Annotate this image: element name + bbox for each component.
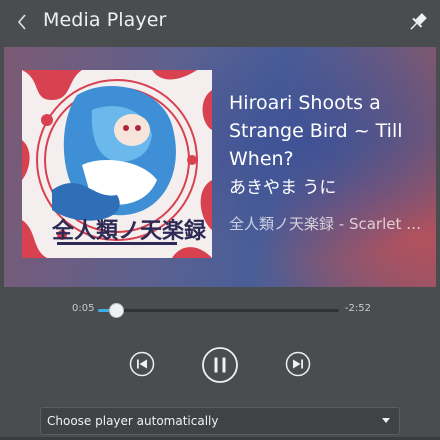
skip-previous-icon [129,351,155,377]
skip-next-icon [285,351,311,377]
previous-track-button[interactable] [128,350,156,378]
pin-button[interactable] [406,10,430,34]
elapsed-time: 0:05 [72,303,95,314]
now-playing-panel: 全人類ノ天楽録 Hiroari Shoots a Strange Bird ~ … [4,47,436,287]
page-title: Media Player [43,9,167,31]
pause-icon [202,347,238,383]
next-track-button[interactable] [284,350,312,378]
header: Media Player [0,0,440,44]
album-art: 全人類ノ天楽録 [22,70,212,258]
back-button[interactable] [10,10,34,34]
seek-slider[interactable] [98,303,339,318]
pause-button[interactable] [201,346,239,384]
album-art-title-lettering: 全人類ノ天楽録 [51,218,207,244]
chevron-left-icon [17,14,26,30]
remaining-time: -2:52 [344,303,371,314]
track-album: 全人類ノ天楽録 - Scarlet Devil Land [229,215,429,233]
seek-slider-handle[interactable] [108,303,124,318]
track-title: Hiroari Shoots a Strange Bird ~ Till Whe… [229,92,403,170]
player-select-value: Choose player automatically [47,414,219,428]
player-select-dropdown[interactable]: Choose player automatically [40,407,400,435]
pin-icon [410,13,427,30]
chevron-down-icon [382,418,390,423]
track-artist: あきやま うに [229,178,337,198]
